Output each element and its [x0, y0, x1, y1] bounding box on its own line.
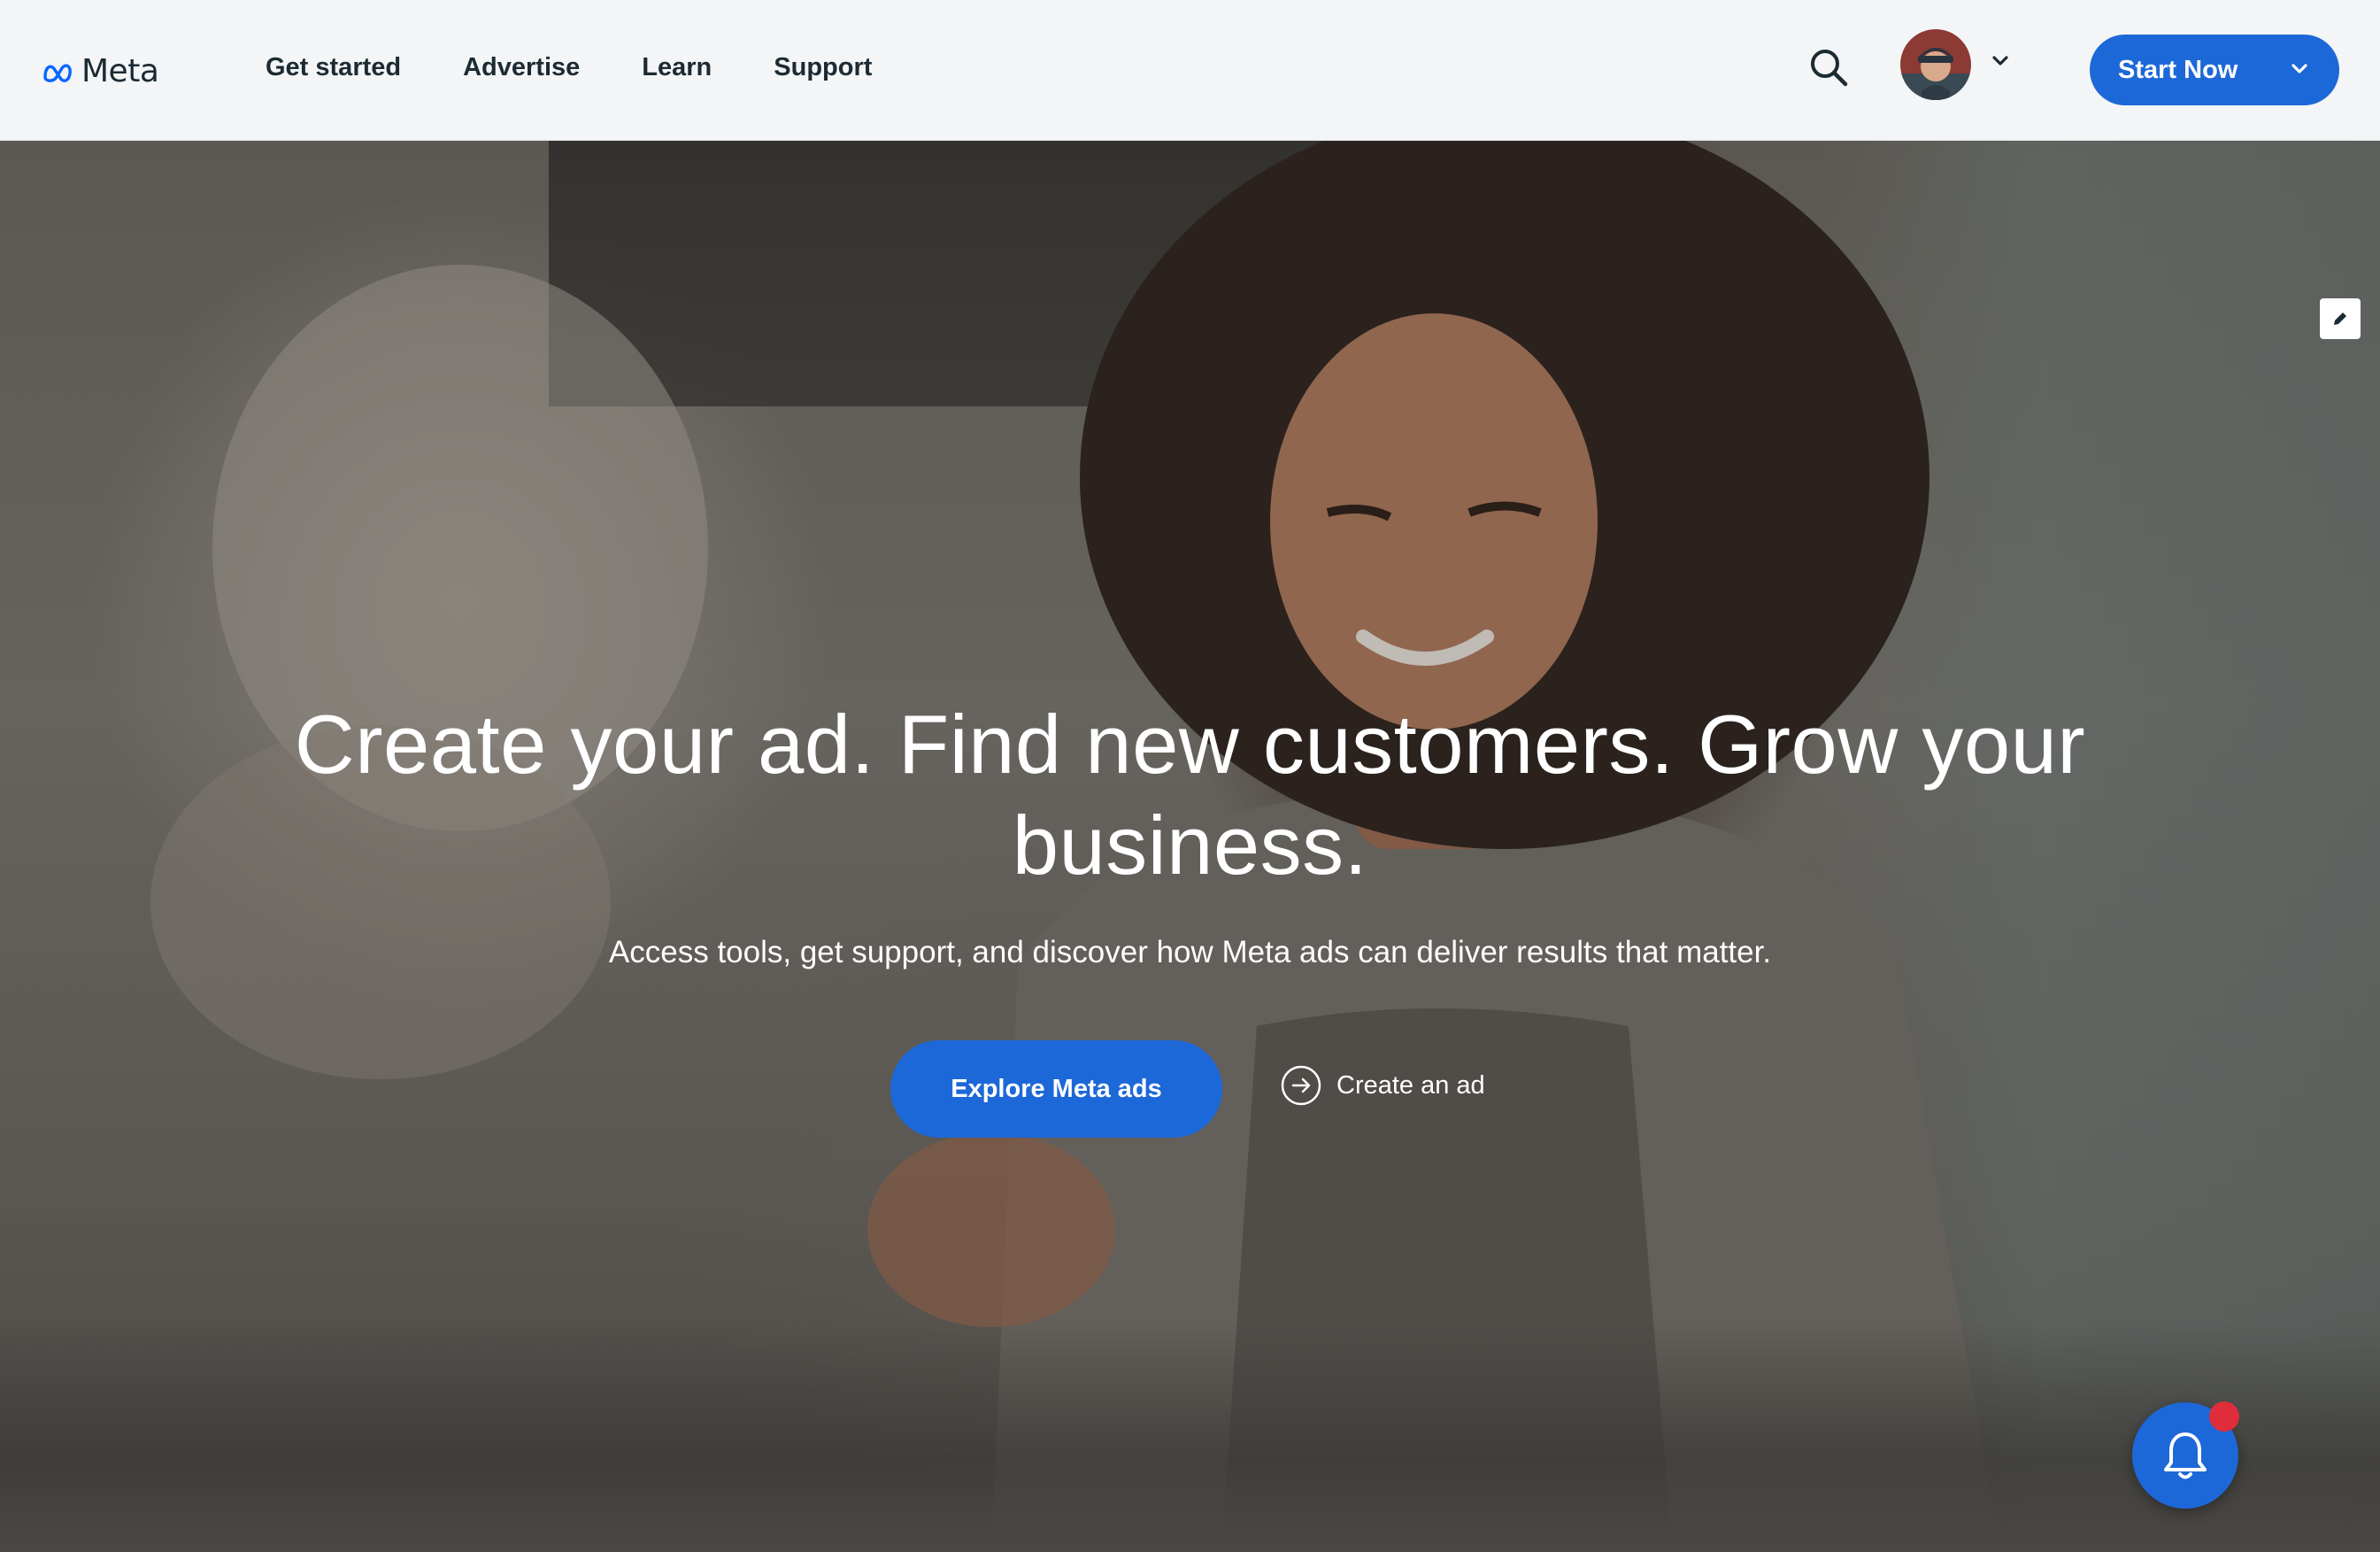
logo-text: Meta: [81, 53, 159, 89]
main-nav: Get started Advertise Learn Support: [266, 53, 934, 82]
hero-headline: Create your ad. Find new customers. Grow…: [294, 698, 2086, 892]
nav-get-started[interactable]: Get started: [266, 53, 401, 82]
explore-meta-ads-button[interactable]: Explore Meta ads: [890, 1040, 1222, 1138]
top-navigation-bar: Meta Get started Advertise Learn Support…: [0, 0, 2380, 141]
create-an-ad-label: Create an ad: [1336, 1070, 1485, 1100]
edit-button[interactable]: [2320, 298, 2361, 339]
hero-counter: [0, 1322, 2380, 1552]
notification-badge: [2209, 1401, 2239, 1432]
hero-subheadline: Access tools, get support, and discover …: [608, 935, 1772, 969]
pencil-icon: [2334, 313, 2346, 325]
start-now-button[interactable]: Start Now: [2090, 35, 2339, 105]
start-now-label: Start Now: [2118, 55, 2238, 84]
nav-learn[interactable]: Learn: [642, 53, 712, 82]
create-an-ad-link[interactable]: Create an ad: [1280, 1064, 1485, 1107]
arrow-right-circle-icon: [1281, 1065, 1321, 1106]
meta-logo-icon: [43, 63, 72, 82]
meta-logo[interactable]: Meta: [42, 53, 159, 89]
chevron-down-icon[interactable]: [1991, 51, 2010, 71]
user-avatar-icon: [1900, 29, 1971, 100]
avatar[interactable]: [1900, 29, 1971, 100]
nav-support[interactable]: Support: [774, 53, 872, 82]
nav-advertise[interactable]: Advertise: [463, 53, 580, 82]
chevron-down-icon: [2291, 64, 2307, 73]
bell-icon: [2164, 1432, 2207, 1479]
search-icon[interactable]: [1808, 47, 1849, 88]
